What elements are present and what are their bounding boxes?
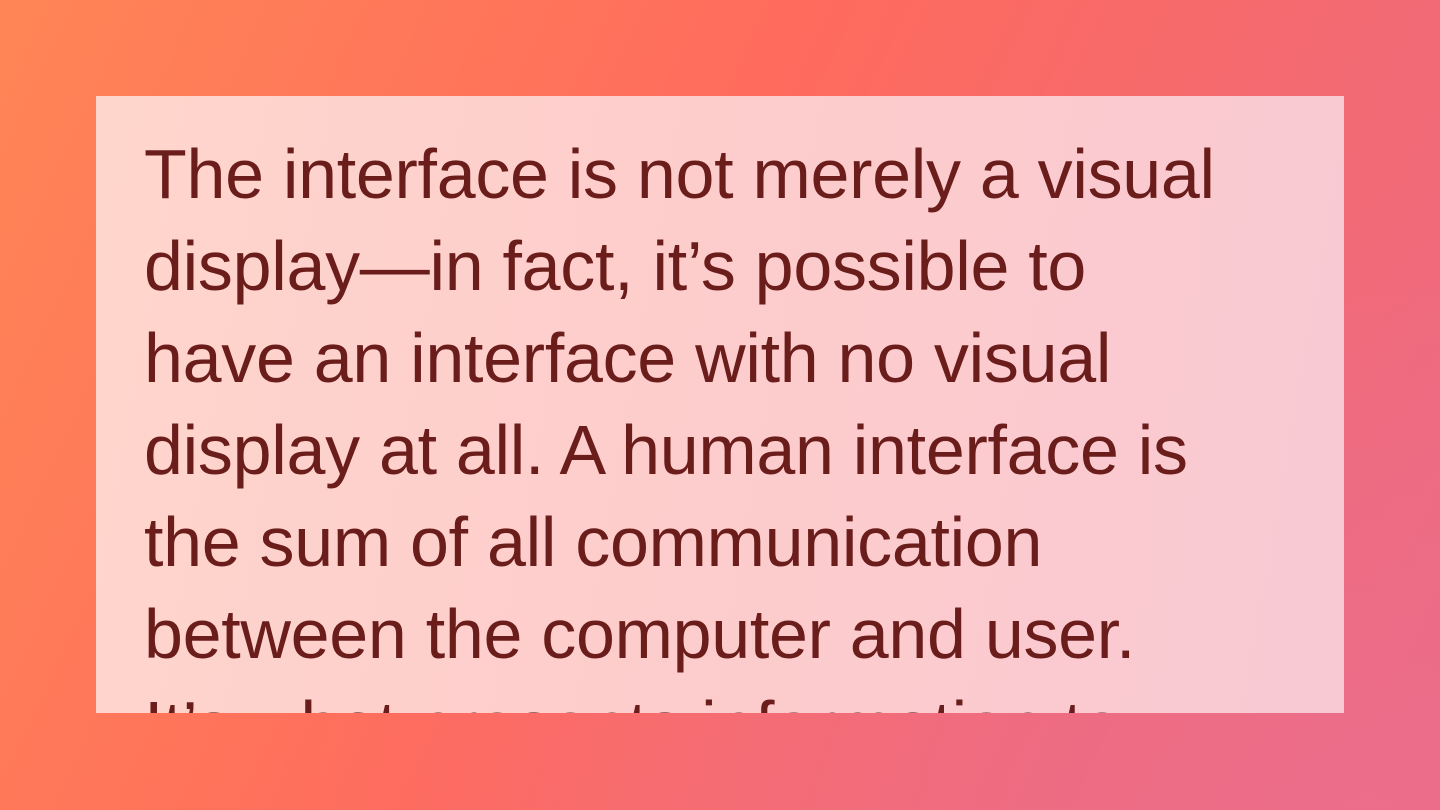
quote-line-3: have an interface with no visual bbox=[144, 319, 1112, 397]
quote-card: The interface is not merely a visual dis… bbox=[96, 96, 1344, 713]
quote-line-1: The interface is not merely a visual bbox=[144, 135, 1215, 213]
quote-line-7: It’s what presents information to bbox=[144, 680, 1314, 713]
quote-line-4: display at all. A human interface is bbox=[144, 411, 1188, 489]
quote-line-2: display—in fact, it’s possible to bbox=[144, 227, 1087, 305]
quote-text: The interface is not merely a visual dis… bbox=[144, 128, 1314, 713]
quote-line-5: the sum of all communication bbox=[144, 503, 1043, 581]
quote-line-6: between the computer and user. bbox=[144, 595, 1136, 673]
